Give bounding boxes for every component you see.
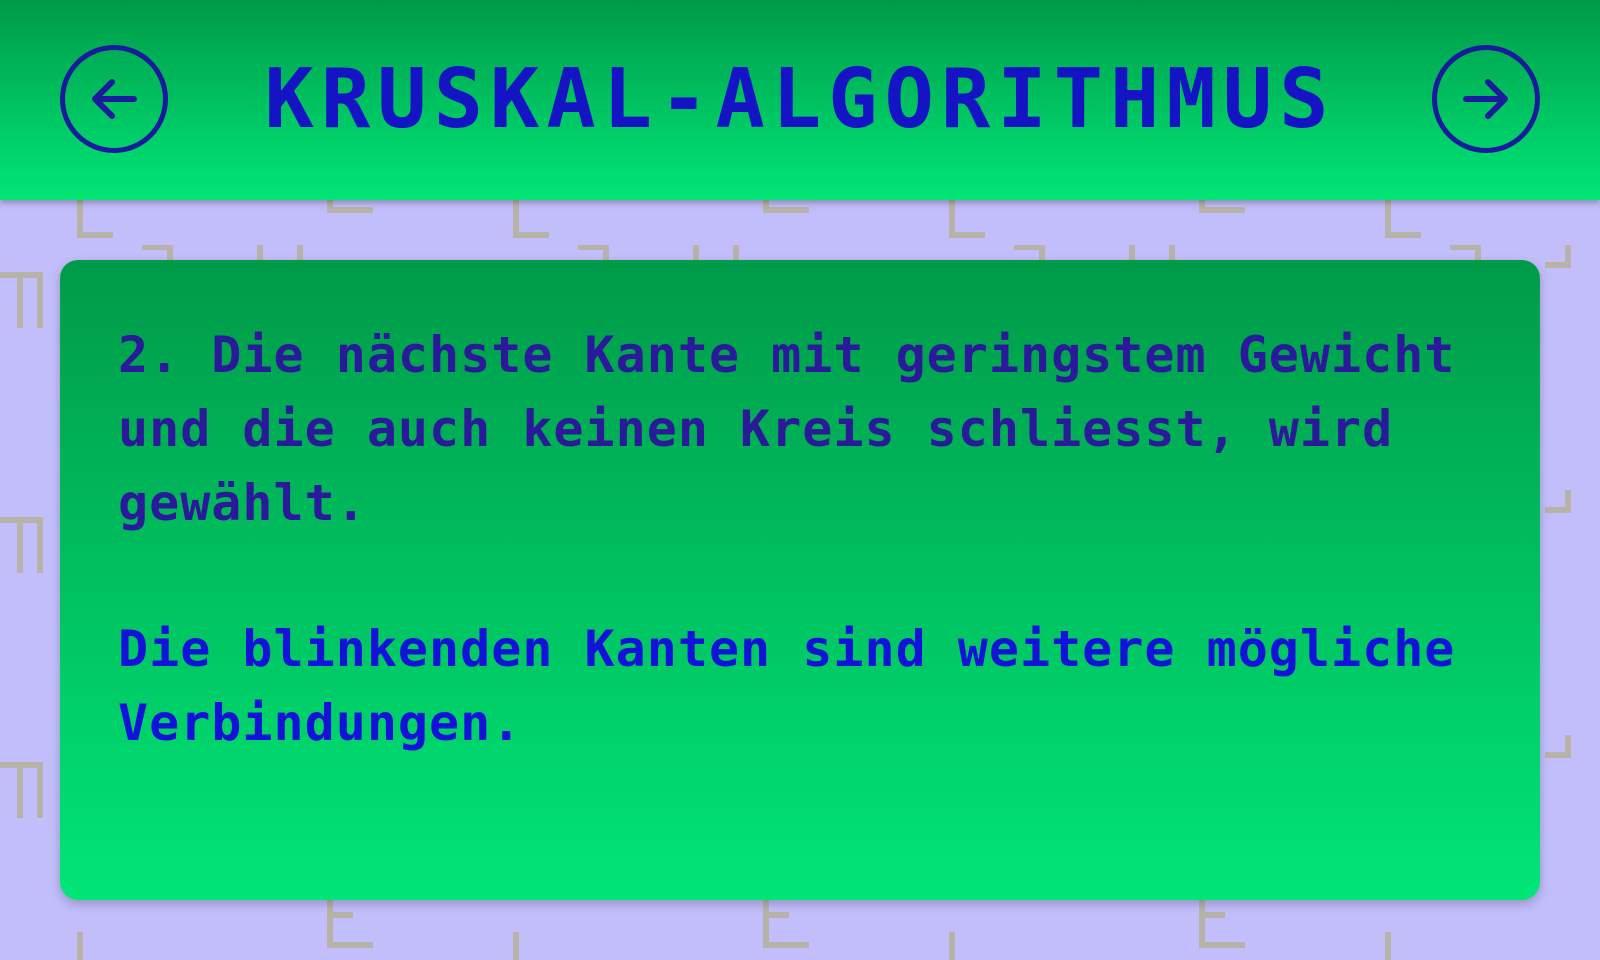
forward-button[interactable] bbox=[1432, 45, 1540, 153]
back-button[interactable] bbox=[60, 45, 168, 153]
hint-description: Die blinkenden Kanten sind weitere mögli… bbox=[118, 620, 1456, 752]
arrow-left-icon bbox=[92, 79, 137, 119]
step-description: 2. Die nächste Kante mit geringstem Gewi… bbox=[118, 326, 1456, 532]
page-title: KRUSKAL-ALGORITHMUS bbox=[264, 52, 1336, 147]
header-bar: KRUSKAL-ALGORITHMUS bbox=[0, 0, 1600, 200]
explanation-card: 2. Die nächste Kante mit geringstem Gewi… bbox=[60, 260, 1540, 900]
arrow-right-icon bbox=[1463, 79, 1508, 119]
